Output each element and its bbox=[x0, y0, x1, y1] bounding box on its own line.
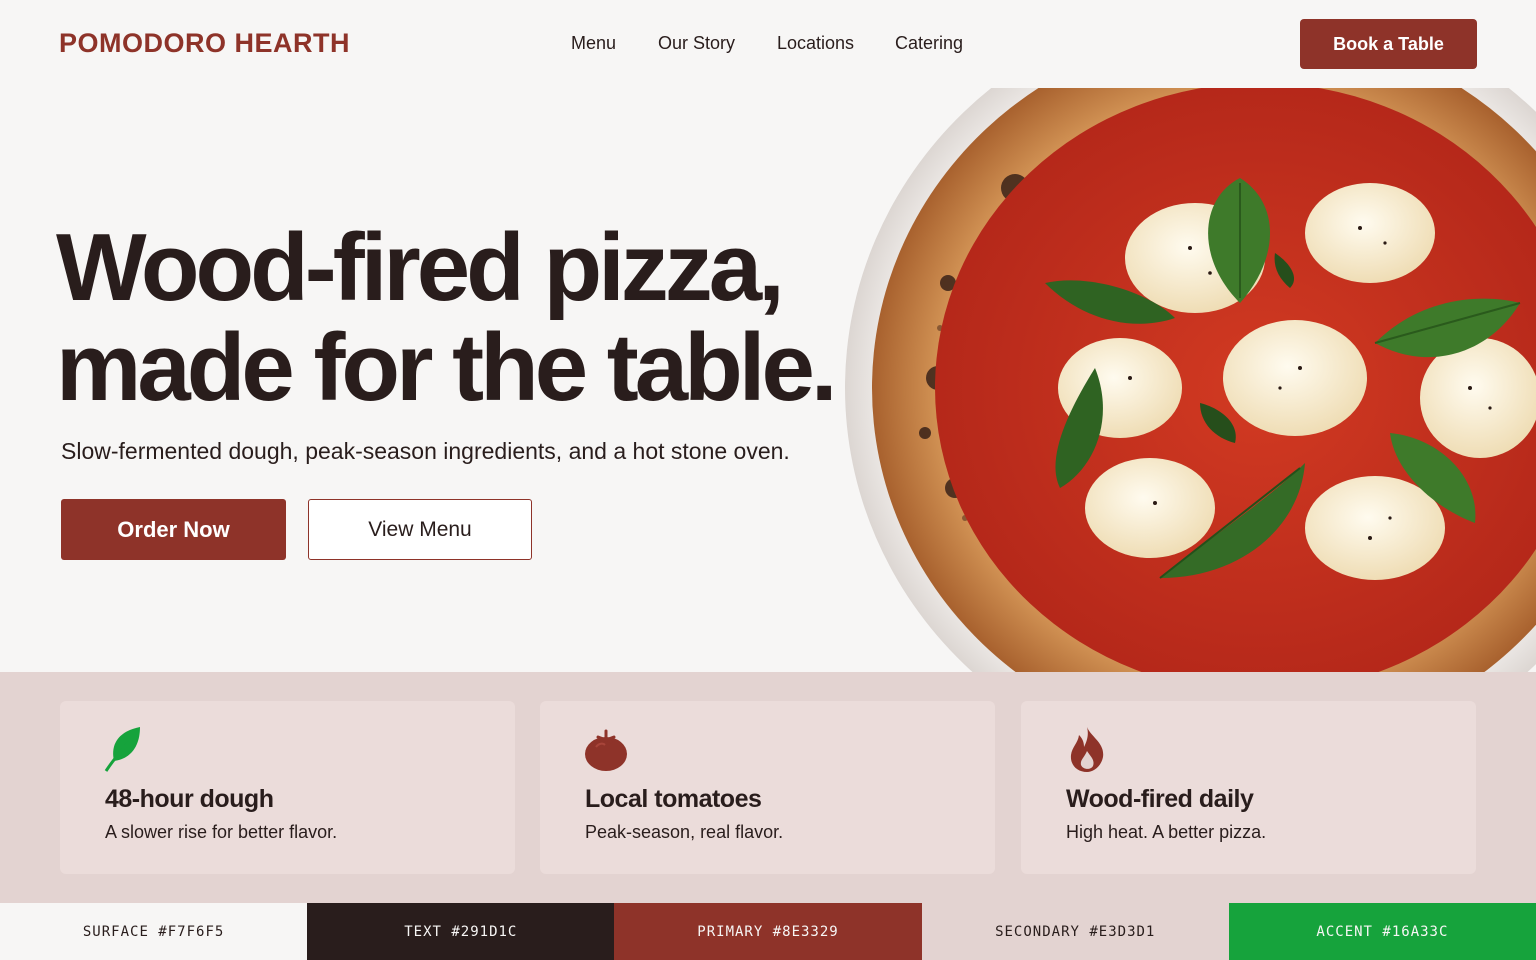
feature-title: Local tomatoes bbox=[585, 785, 762, 813]
feature-title: Wood-fired daily bbox=[1066, 785, 1254, 813]
site-header: POMODORO HEARTH Menu Our Story Locations… bbox=[0, 0, 1536, 88]
nav-link-menu[interactable]: Menu bbox=[571, 33, 616, 54]
feature-card-tomatoes: Local tomatoes Peak-season, real flavor. bbox=[540, 701, 995, 874]
nav-link-our-story[interactable]: Our Story bbox=[658, 33, 735, 54]
swatch-text: TEXT #291D1C bbox=[307, 903, 615, 960]
view-menu-button[interactable]: View Menu bbox=[308, 499, 532, 560]
feature-text: A slower rise for better flavor. bbox=[105, 822, 338, 842]
hero-pizza-image bbox=[830, 88, 1536, 672]
nav-link-locations[interactable]: Locations bbox=[777, 33, 854, 54]
feature-text: High heat. A better pizza. bbox=[1066, 822, 1267, 842]
swatch-secondary: SECONDARY #E3D3D1 bbox=[921, 903, 1229, 960]
hero-title-line-1: Wood-fired pizza, bbox=[56, 214, 785, 321]
features-section: 48-hour dough A slower rise for better f… bbox=[0, 672, 1536, 903]
swatch-surface: SURFACE #F7F6F5 bbox=[0, 903, 308, 960]
feature-card-wood-fired: Wood-fired daily High heat. A better piz… bbox=[1021, 701, 1476, 874]
order-now-button[interactable]: Order Now bbox=[61, 499, 286, 560]
leaf-icon bbox=[104, 727, 140, 772]
feature-card-dough: 48-hour dough A slower rise for better f… bbox=[60, 701, 515, 874]
book-table-button[interactable]: Book a Table bbox=[1300, 19, 1477, 69]
hero-title-line-2: made for the table. bbox=[56, 314, 837, 421]
tomato-icon bbox=[585, 729, 627, 771]
flame-icon bbox=[1070, 727, 1104, 772]
color-palette-strip: SURFACE #F7F6F5 TEXT #291D1C PRIMARY #8E… bbox=[0, 903, 1536, 960]
feature-text: Peak-season, real flavor. bbox=[585, 822, 784, 842]
feature-title: 48-hour dough bbox=[105, 785, 274, 813]
swatch-primary: PRIMARY #8E3329 bbox=[614, 903, 922, 960]
swatch-accent: ACCENT #16A33C bbox=[1228, 903, 1536, 960]
brand-logo[interactable]: POMODORO HEARTH bbox=[59, 28, 350, 59]
nav-link-catering[interactable]: Catering bbox=[895, 33, 963, 54]
hero-subtitle: Slow-fermented dough, peak-season ingred… bbox=[61, 438, 790, 464]
hero-title: Wood-fired pizza, made for the table. bbox=[56, 214, 837, 421]
